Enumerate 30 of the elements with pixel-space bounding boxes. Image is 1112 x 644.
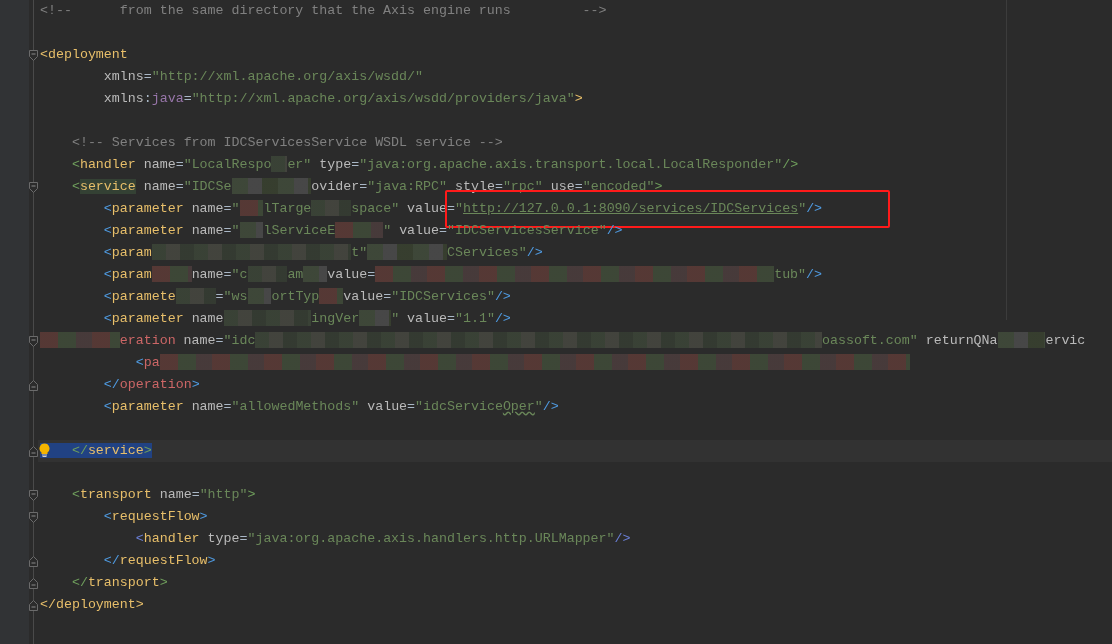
code-line: </service> [38,440,152,462]
fold-icon[interactable] [29,181,38,193]
code-line: xmlns:java="http://xml.apache.org/axis/wsdd/providers/java"> [102,90,583,108]
code-line: eration name="idc oassoft.com" returnQNa ervic [38,330,1086,352]
code-line: <!-- from the same directory that the Axis engine runs --> [39,2,607,20]
fold-icon[interactable] [29,379,38,391]
code-line: <paramete ="ws ortTyp value="IDCServices"/> [102,287,511,307]
code-line: </deployment> [39,596,144,614]
code-line: xmlns="http://xml.apache.org/axis/wsdd/" [102,68,424,86]
code-line: </operation> [102,376,200,394]
code-line: <parameter name ingVer " value="1.1"/> [102,309,511,329]
code-line: <deployment [39,46,128,64]
code-line: <handler name="LocalRespo er" type="java:org.apache.axis.transport.local.LocalResponder"/> [70,155,799,175]
lightbulb-icon[interactable] [39,443,50,457]
code-line: <transport name="http"> [70,486,256,504]
code-line: <parameter name="allowedMethods" value="idcServiceOper"/> [102,398,559,416]
fold-icon[interactable] [29,335,38,347]
fold-icon[interactable] [29,599,38,611]
code-line: <param name="c am value= tub"/> [102,265,823,285]
fold-icon[interactable] [29,555,38,567]
code-line: <handler type="java:org.apache.axis.handlers.http.URLMapper"/> [134,530,631,548]
fold-icon[interactable] [29,489,38,501]
code-line: <param t" CServices"/> [102,243,543,263]
fold-icon[interactable] [29,49,38,61]
fold-icon[interactable] [29,511,38,523]
fold-icon[interactable] [29,577,38,589]
code-line: <requestFlow> [102,508,208,526]
code-line: </requestFlow> [102,552,216,570]
code-line: </transport> [70,574,168,592]
code-line: <!-- Services from IDCServicesService WSDL service --> [70,134,503,152]
